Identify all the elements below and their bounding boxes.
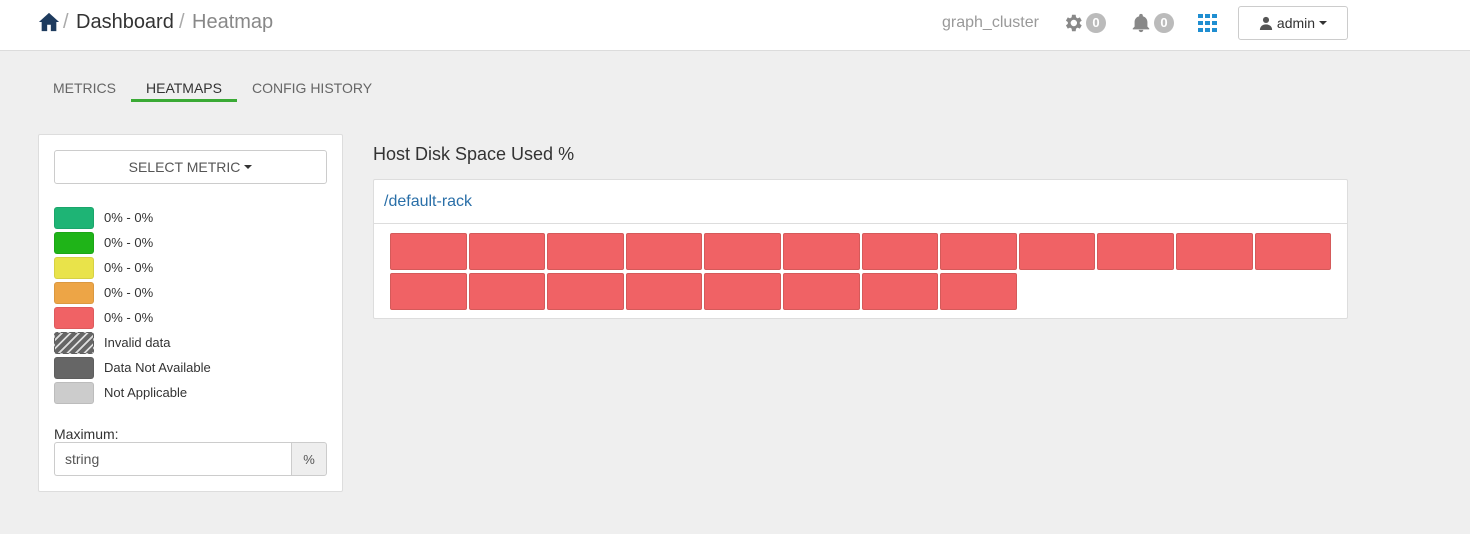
chevron-down-icon bbox=[244, 165, 253, 169]
host-tile[interactable] bbox=[861, 273, 939, 310]
breadcrumb-current: Heatmap bbox=[192, 11, 274, 33]
tab-heatmaps[interactable]: HEATMAPS bbox=[131, 76, 237, 102]
tab-config-history[interactable]: CONFIG HISTORY bbox=[237, 76, 387, 102]
legend-item: Not Applicable bbox=[54, 380, 211, 405]
home-icon[interactable] bbox=[38, 11, 60, 33]
top-navbar: / Dashboard / Heatmap graph_cluster 0 0 … bbox=[0, 0, 1470, 51]
legend-item: 0% - 0% bbox=[54, 305, 211, 330]
legend-swatch bbox=[54, 206, 94, 229]
maximum-unit: % bbox=[291, 442, 327, 476]
host-tile[interactable] bbox=[782, 273, 860, 310]
host-tile[interactable] bbox=[390, 273, 467, 310]
legend-swatch bbox=[54, 381, 94, 404]
host-tile[interactable] bbox=[547, 273, 624, 310]
views-grid-icon[interactable] bbox=[1198, 14, 1218, 32]
host-tile[interactable] bbox=[390, 233, 467, 270]
user-name: admin bbox=[1276, 15, 1316, 31]
host-tile[interactable] bbox=[625, 233, 703, 270]
user-icon bbox=[1259, 16, 1273, 30]
host-grid bbox=[390, 233, 1334, 313]
host-tile[interactable] bbox=[1018, 233, 1096, 270]
legend-label: Data Not Available bbox=[104, 360, 211, 375]
host-tile[interactable] bbox=[704, 233, 781, 270]
host-tile[interactable] bbox=[547, 233, 624, 270]
bell-icon bbox=[1132, 13, 1150, 33]
cluster-name[interactable]: graph_cluster bbox=[942, 14, 1039, 32]
select-metric-label: SELECT METRIC bbox=[128, 159, 241, 175]
host-tile[interactable] bbox=[704, 273, 781, 310]
gear-icon bbox=[1065, 14, 1082, 32]
rack-header: /default-rack bbox=[374, 180, 1347, 224]
host-tile[interactable] bbox=[1175, 233, 1253, 270]
legend-label: 0% - 0% bbox=[104, 260, 154, 275]
host-tile[interactable] bbox=[940, 233, 1017, 270]
maximum-label: Maximum: bbox=[54, 426, 119, 442]
maximum-input-group: % bbox=[54, 442, 327, 476]
breadcrumb-separator: / bbox=[63, 11, 69, 33]
host-tile[interactable] bbox=[940, 273, 1017, 310]
host-tile[interactable] bbox=[468, 273, 546, 310]
host-tile[interactable] bbox=[782, 233, 860, 270]
ops-count-badge: 0 bbox=[1086, 13, 1106, 33]
legend-item: 0% - 0% bbox=[54, 280, 211, 305]
user-menu-button[interactable]: admin bbox=[1238, 6, 1348, 40]
breadcrumb-dashboard-link[interactable]: Dashboard bbox=[76, 11, 174, 34]
legend-label: 0% - 0% bbox=[104, 310, 154, 325]
legend-item: Data Not Available bbox=[54, 355, 211, 380]
legend-label: 0% - 0% bbox=[104, 285, 154, 300]
tab-metrics[interactable]: METRICS bbox=[38, 76, 131, 102]
legend-swatch bbox=[54, 231, 94, 254]
legend-item: 0% - 0% bbox=[54, 205, 211, 230]
breadcrumb-separator: / bbox=[179, 11, 185, 33]
background-ops-button[interactable]: 0 bbox=[1062, 12, 1106, 34]
select-metric-dropdown[interactable]: SELECT METRIC bbox=[54, 150, 327, 184]
host-tile[interactable] bbox=[1097, 233, 1174, 270]
legend-swatch bbox=[54, 306, 94, 329]
legend-swatch bbox=[54, 356, 94, 379]
legend-label: 0% - 0% bbox=[104, 210, 154, 225]
legend-item: 0% - 0% bbox=[54, 255, 211, 280]
legend-item: Invalid data bbox=[54, 330, 211, 355]
host-tile[interactable] bbox=[861, 233, 939, 270]
legend-label: Not Applicable bbox=[104, 385, 188, 400]
host-tile[interactable] bbox=[1254, 233, 1332, 270]
rack-name-link[interactable]: /default-rack bbox=[384, 193, 472, 210]
legend-label: 0% - 0% bbox=[104, 235, 154, 250]
legend-swatch bbox=[54, 281, 94, 304]
heatmap-title: Host Disk Space Used % bbox=[373, 144, 575, 164]
alerts-count-badge: 0 bbox=[1154, 13, 1174, 33]
host-tile[interactable] bbox=[625, 273, 703, 310]
alerts-button[interactable]: 0 bbox=[1130, 12, 1174, 34]
legend-item: 0% - 0% bbox=[54, 230, 211, 255]
heatmap-legend: 0% - 0% 0% - 0% 0% - 0% 0% - 0% 0% - 0% … bbox=[54, 205, 211, 405]
legend-swatch-invalid bbox=[54, 331, 94, 354]
heatmap-controls-panel: SELECT METRIC 0% - 0% 0% - 0% 0% - 0% 0%… bbox=[38, 134, 343, 492]
chevron-down-icon bbox=[1319, 21, 1328, 25]
host-tile[interactable] bbox=[468, 233, 546, 270]
rack-panel: /default-rack bbox=[373, 179, 1348, 319]
maximum-input[interactable] bbox=[54, 442, 291, 476]
heatmap-tabs: METRICS HEATMAPS CONFIG HISTORY bbox=[38, 76, 387, 102]
legend-swatch bbox=[54, 256, 94, 279]
legend-label: Invalid data bbox=[104, 335, 171, 350]
